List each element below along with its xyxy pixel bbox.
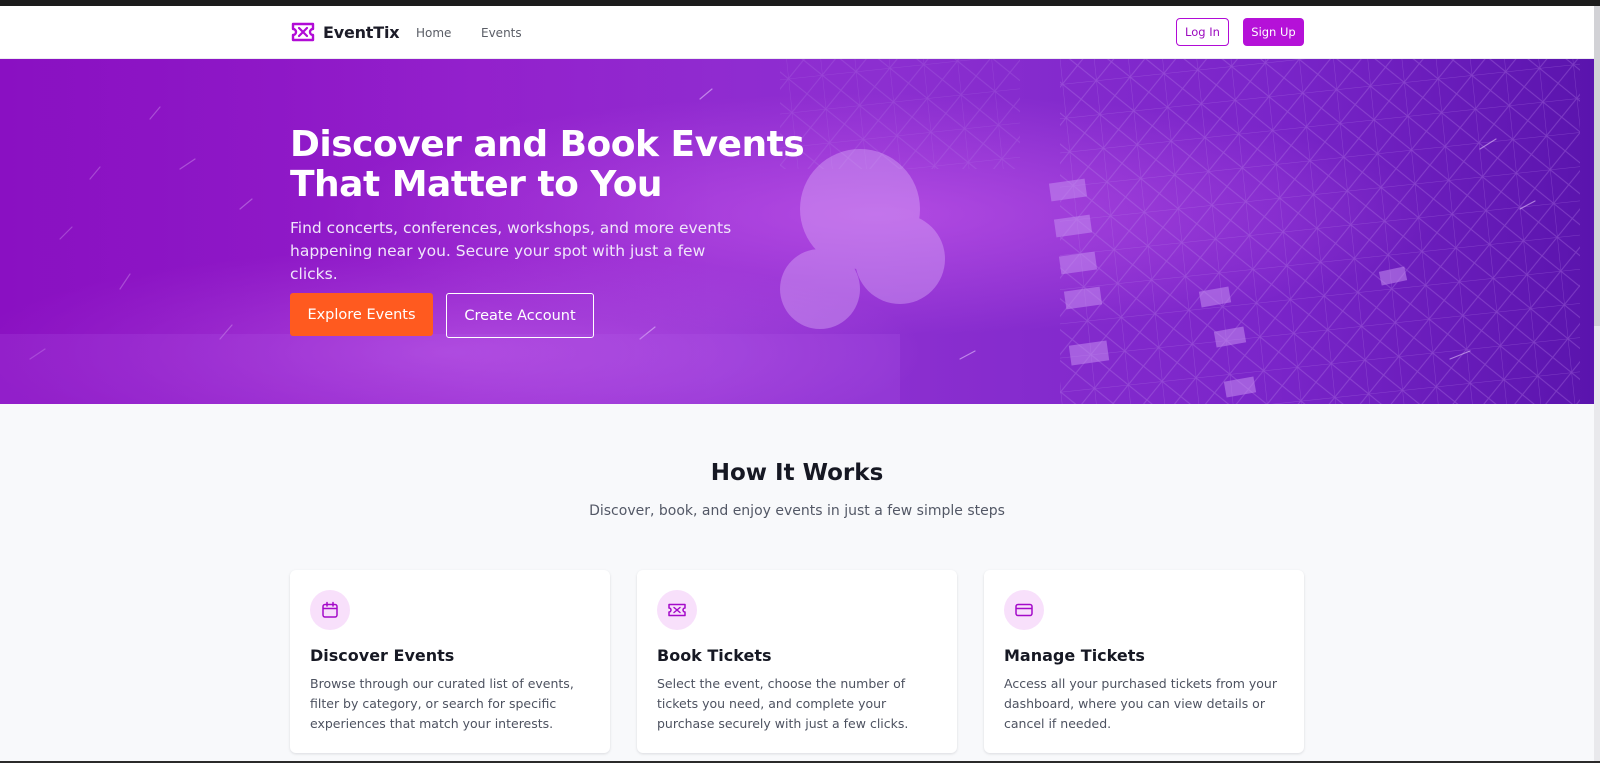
card-title: Manage Tickets — [1004, 646, 1145, 665]
hero-banner: Discover and Book Events That Matter to … — [0, 59, 1594, 404]
concert-background-image — [0, 59, 1594, 404]
ticket-icon — [657, 590, 697, 630]
scrollbar-thumb[interactable] — [1594, 6, 1600, 326]
nav-link-home[interactable]: Home — [416, 26, 451, 40]
explore-events-button[interactable]: Explore Events — [290, 293, 433, 336]
section-title: How It Works — [710, 460, 884, 486]
card-description: Access all your purchased tickets from y… — [1004, 676, 1277, 731]
hero-title: Discover and Book Events That Matter to … — [290, 125, 810, 205]
ticket-icon — [290, 20, 316, 44]
card-description: Browse through our curated list of event… — [310, 676, 574, 731]
card-description: Select the event, choose the number of t… — [657, 676, 909, 731]
hero-title-line-2: That Matter to You — [290, 164, 663, 205]
feature-card-book: Book Tickets Select the event, choose th… — [637, 570, 957, 753]
brand-logo[interactable]: EventTix — [290, 20, 400, 44]
credit-card-icon — [1004, 590, 1044, 630]
nav-link-events[interactable]: Events — [481, 26, 522, 40]
card-title: Discover Events — [310, 646, 455, 665]
login-button[interactable]: Log In — [1176, 18, 1229, 46]
feature-card-discover: Discover Events Browse through our curat… — [290, 570, 610, 753]
top-navbar: EventTix Home Events Log In Sign Up — [0, 6, 1594, 59]
feature-card-manage: Manage Tickets Access all your purchased… — [984, 570, 1304, 753]
section-subtitle: Discover, book, and enjoy events in just… — [589, 503, 1005, 519]
hero-title-line-1: Discover and Book Events — [290, 124, 805, 165]
card-title: Book Tickets — [657, 646, 772, 665]
browser-viewport: EventTix Home Events Log In Sign Up Disc… — [0, 6, 1594, 761]
signup-button[interactable]: Sign Up — [1243, 18, 1304, 46]
hero-subtitle: Find concerts, conferences, workshops, a… — [290, 219, 732, 283]
brand-name: EventTix — [323, 22, 400, 42]
calendar-icon — [310, 590, 350, 630]
create-account-button[interactable]: Create Account — [446, 293, 594, 338]
